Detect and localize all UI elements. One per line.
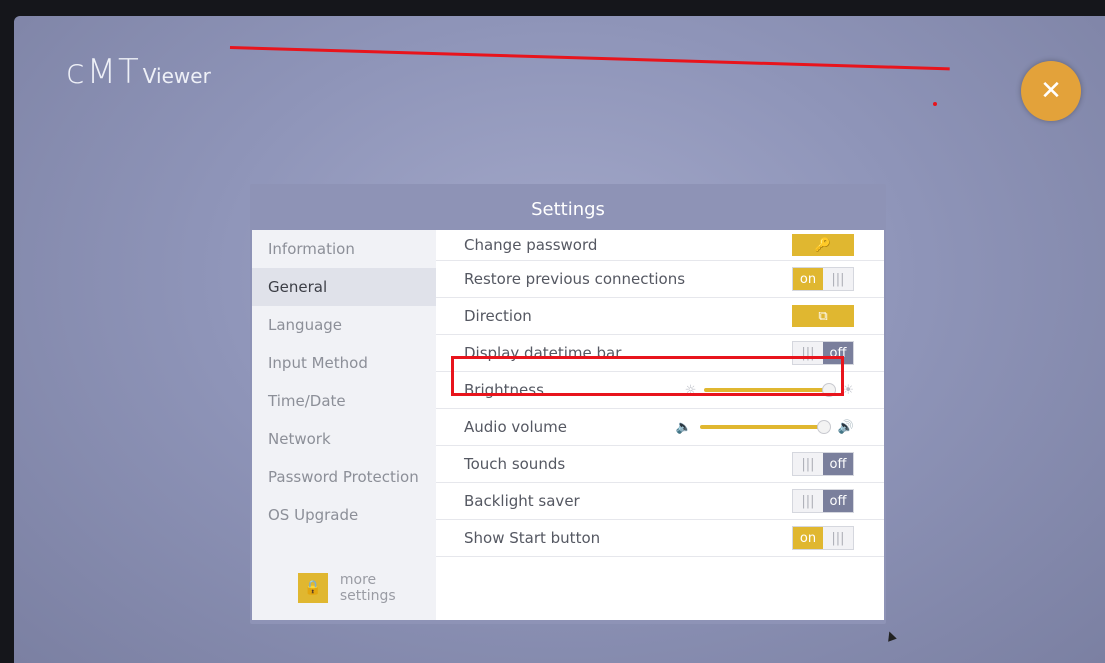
- toggle-handle: |||: [793, 453, 823, 475]
- settings-sidebar: Information General Language Input Metho…: [252, 230, 436, 620]
- audio-volume-row: Audio volume 🔈 🔊: [436, 409, 884, 446]
- audio-volume-label: Audio volume: [464, 418, 567, 436]
- backlight-saver-toggle[interactable]: ||| off: [792, 489, 854, 513]
- sidebar-item-label: Input Method: [268, 354, 368, 372]
- touch-sounds-toggle[interactable]: ||| off: [792, 452, 854, 476]
- touch-sounds-label: Touch sounds: [464, 455, 566, 473]
- volume-high-icon: 🔊: [837, 419, 854, 435]
- sidebar-item-input-method[interactable]: Input Method: [252, 344, 436, 382]
- sidebar-item-time-date[interactable]: Time/Date: [252, 382, 436, 420]
- direction-button[interactable]: ⧉: [792, 305, 854, 327]
- sidebar-item-label: Information: [268, 240, 355, 258]
- more-settings-button[interactable]: 🔒 more settings: [298, 572, 436, 604]
- toggle-state: on: [793, 527, 823, 549]
- direction-row: Direction ⧉: [436, 298, 884, 335]
- toggle-state: off: [823, 490, 853, 512]
- restore-connections-row: Restore previous connections on |||: [436, 261, 884, 298]
- restore-connections-label: Restore previous connections: [464, 270, 686, 288]
- toggle-state: off: [823, 453, 853, 475]
- logo-sub: Viewer: [142, 64, 211, 88]
- rotate-icon: ⧉: [818, 308, 828, 324]
- sidebar-item-general[interactable]: General: [252, 268, 436, 306]
- sidebar-item-label: Network: [268, 430, 331, 448]
- volume-low-icon: 🔈: [675, 419, 692, 435]
- annotation-line: [229, 46, 950, 71]
- toggle-handle: |||: [823, 527, 853, 549]
- cmt-viewer-logo: cMT Viewer: [66, 52, 211, 92]
- show-start-button-row: Show Start button on |||: [436, 520, 884, 557]
- lock-icon: 🔒: [298, 573, 328, 603]
- show-start-button-label: Show Start button: [464, 529, 601, 547]
- sidebar-item-network[interactable]: Network: [252, 420, 436, 458]
- direction-label: Direction: [464, 307, 532, 325]
- brightness-high-icon: ☀: [842, 382, 854, 398]
- restore-connections-toggle[interactable]: on |||: [792, 267, 854, 291]
- annotation-highlight-box: [451, 356, 844, 396]
- dialog-title: Settings: [531, 198, 605, 220]
- annotation-dot: [933, 102, 937, 106]
- sidebar-item-information[interactable]: Information: [252, 230, 436, 268]
- audio-volume-knob[interactable]: [817, 420, 832, 434]
- show-start-button-toggle[interactable]: on |||: [792, 526, 854, 550]
- logo-main: cMT: [66, 52, 141, 92]
- mouse-cursor-icon: ▲: [883, 626, 898, 644]
- toggle-handle: |||: [793, 490, 823, 512]
- dialog-body: Information General Language Input Metho…: [252, 230, 884, 620]
- touch-sounds-row: Touch sounds ||| off: [436, 446, 884, 483]
- sidebar-item-label: Password Protection: [268, 468, 419, 486]
- sidebar-item-label: Language: [268, 316, 343, 334]
- settings-dialog: Settings Information General Language In…: [250, 184, 886, 624]
- backlight-saver-row: Backlight saver ||| off: [436, 483, 884, 520]
- sidebar-item-os-upgrade[interactable]: OS Upgrade: [252, 496, 436, 534]
- audio-volume-slider[interactable]: 🔈 🔊: [676, 420, 854, 435]
- sidebar-item-label: OS Upgrade: [268, 506, 359, 524]
- sidebar-item-password-protection[interactable]: Password Protection: [252, 458, 436, 496]
- audio-volume-track[interactable]: [699, 420, 832, 434]
- change-password-button[interactable]: 🔑: [792, 234, 854, 256]
- close-button[interactable]: ✕: [1021, 61, 1081, 121]
- change-password-row: Change password 🔑: [436, 230, 884, 261]
- key-icon: 🔑: [814, 237, 832, 253]
- toggle-handle: |||: [823, 268, 853, 290]
- sidebar-item-label: General: [268, 278, 328, 296]
- sidebar-item-language[interactable]: Language: [252, 306, 436, 344]
- more-settings-label: more settings: [339, 572, 396, 604]
- toggle-state: on: [793, 268, 823, 290]
- close-icon: ✕: [1040, 76, 1062, 106]
- settings-content: Change password 🔑 Restore previous conne…: [436, 230, 884, 620]
- backlight-saver-label: Backlight saver: [464, 492, 580, 510]
- sidebar-item-label: Time/Date: [268, 392, 346, 410]
- screen: cMT Viewer ✕ Settings Information Genera…: [14, 16, 1105, 663]
- change-password-label: Change password: [464, 236, 598, 254]
